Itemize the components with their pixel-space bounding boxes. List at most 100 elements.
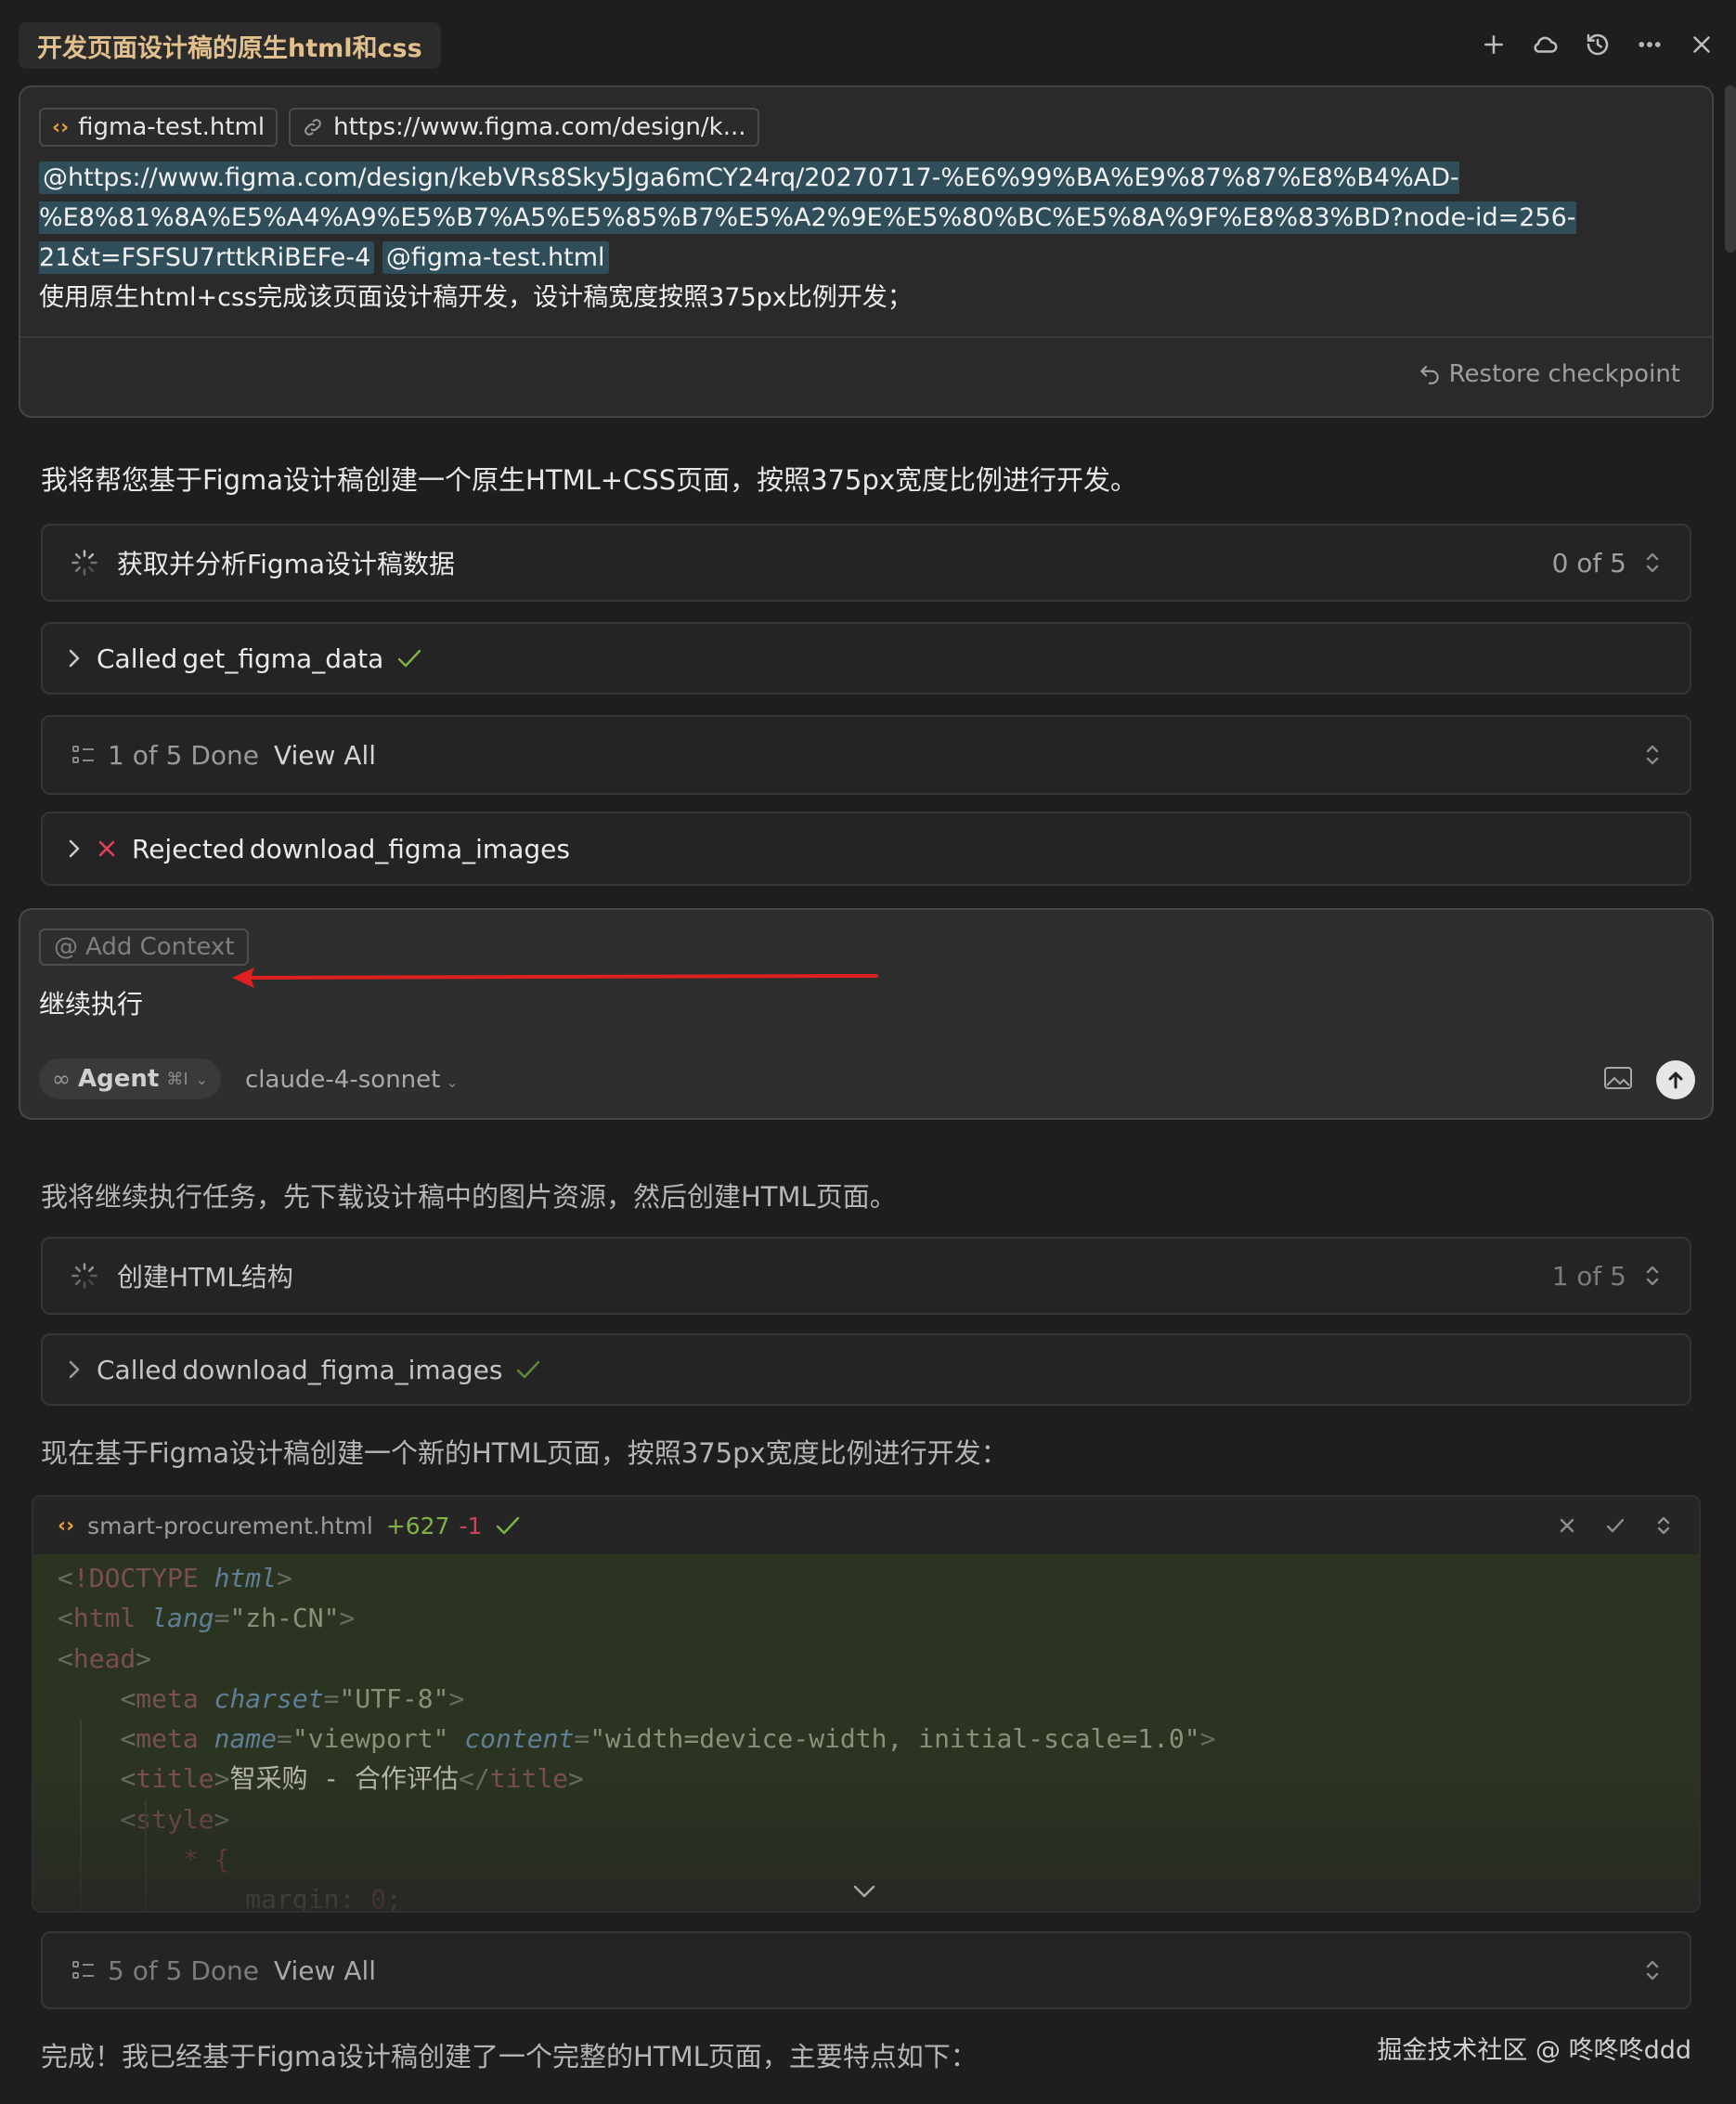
more-icon[interactable] xyxy=(1634,26,1665,63)
tool-call-prefix: Called xyxy=(97,643,178,674)
chevron-updown-icon[interactable] xyxy=(1652,1514,1675,1537)
chat-title-tab[interactable]: 开发页面设计稿的原生html和css xyxy=(19,22,441,69)
task-title: 获取并分析Figma设计稿数据 xyxy=(117,549,456,579)
todo-list-icon xyxy=(72,1961,94,1979)
instruction-text: 使用原生html+css完成该页面设计稿开发，设计稿宽度按照375px比例开发； xyxy=(39,283,913,312)
assistant-summary: 完成！我已经基于Figma设计稿创建了一个完整的HTML页面，主要特点如下： xyxy=(41,2041,978,2072)
watermark: 掘金技术社区 @ 咚咚咚ddd xyxy=(1377,2036,1691,2065)
code-edit-block[interactable]: ‹› smart-procurement.html +627 -1 <!DOCT… xyxy=(32,1495,1701,1913)
todo-summary-1[interactable]: 1 of 5 Done View All xyxy=(41,715,1691,795)
assistant-intro-1: 我将帮您基于Figma设计稿创建一个原生HTML+CSS页面，按照375px宽度… xyxy=(41,464,1138,496)
history-icon[interactable] xyxy=(1582,26,1613,63)
chevron-updown-icon[interactable] xyxy=(1643,550,1662,576)
todo-list-icon xyxy=(72,746,94,763)
assistant-intro-2: 我将继续执行任务，先下载设计稿中的图片资源，然后创建HTML页面。 xyxy=(41,1181,897,1213)
agent-mode-label: Agent xyxy=(78,1065,160,1093)
scrollbar[interactable] xyxy=(1725,85,1736,253)
arrow-up-icon xyxy=(1668,1071,1683,1089)
header-toolbar xyxy=(1478,26,1717,63)
rejected-call[interactable]: Rejected download_figma_images xyxy=(41,812,1691,886)
plus-icon[interactable] xyxy=(1478,26,1509,63)
rejected-x-icon xyxy=(98,840,115,857)
task-card-1[interactable]: 获取并分析Figma设计稿数据 0 of 5 xyxy=(41,524,1691,602)
chevron-updown-icon[interactable] xyxy=(1643,1263,1662,1289)
code-file-icon: ‹› xyxy=(58,1513,75,1538)
mention-link[interactable]: @https://www.figma.com/design/kebVRs8Sky… xyxy=(39,162,1576,274)
user-message-box[interactable]: ‹› figma-test.html https://www.figma.com… xyxy=(19,85,1714,418)
check-icon xyxy=(517,1360,540,1379)
send-button[interactable] xyxy=(1656,1060,1695,1099)
todo-toggle xyxy=(1643,717,1662,793)
chevron-right-icon xyxy=(69,1360,80,1379)
code-actions xyxy=(1556,1497,1675,1554)
tool-call-1[interactable]: Called get_figma_data xyxy=(41,622,1691,695)
spinner-icon xyxy=(71,1263,97,1289)
chat-input-box[interactable]: @ Add Context 继续执行 ∞ Agent ⌘I ⌄ claude-4… xyxy=(19,908,1714,1120)
view-all-link[interactable]: View All xyxy=(274,1955,376,1986)
chevron-right-icon xyxy=(69,839,80,858)
view-all-link[interactable]: View All xyxy=(274,740,376,771)
add-context-label: Add Context xyxy=(85,933,235,961)
add-context-button[interactable]: @ Add Context xyxy=(39,929,250,966)
tool-call-name: get_figma_data xyxy=(182,643,384,674)
restore-checkpoint-button[interactable]: Restore checkpoint xyxy=(1418,360,1680,388)
red-arrow-annotation xyxy=(232,968,878,988)
todo-summary-2[interactable]: 5 of 5 Done View All xyxy=(41,1931,1691,2009)
context-chip-link[interactable]: https://www.figma.com/design/k... xyxy=(289,108,759,147)
lines-removed: -1 xyxy=(459,1512,483,1539)
tool-call-name: download_figma_images xyxy=(182,1354,503,1385)
todo-toggle xyxy=(1643,1933,1662,2007)
chip-label: https://www.figma.com/design/k... xyxy=(333,113,746,141)
accept-icon[interactable] xyxy=(1604,1514,1626,1537)
chevron-updown-icon[interactable] xyxy=(1643,1957,1662,1983)
rejected-prefix: Rejected xyxy=(132,833,245,864)
spinner-icon xyxy=(71,550,97,576)
lines-added: +627 xyxy=(385,1512,450,1539)
at-icon: @ xyxy=(54,933,78,961)
tool-call-2[interactable]: Called download_figma_images xyxy=(41,1333,1691,1406)
reject-icon[interactable] xyxy=(1556,1514,1578,1537)
assistant-lead: 现在基于Figma设计稿创建一个新的HTML页面，按照375px宽度比例进行开发… xyxy=(41,1437,1008,1469)
agent-mode-selector[interactable]: ∞ Agent ⌘I ⌄ xyxy=(39,1058,222,1099)
shortcut-hint: ⌘I xyxy=(166,1069,188,1089)
code-file-icon: ‹› xyxy=(52,115,70,139)
code-header: ‹› smart-procurement.html +627 -1 xyxy=(33,1497,1699,1554)
code-filename[interactable]: smart-procurement.html xyxy=(87,1513,373,1539)
task-progress-text: 1 of 5 xyxy=(1551,1260,1626,1292)
link-icon xyxy=(304,119,321,136)
infinity-icon: ∞ xyxy=(52,1066,71,1092)
mention-link-part: 21&t=FSFSU7rttkRiBEFe-4 xyxy=(39,243,371,272)
chevron-down-icon: ⌄ xyxy=(446,1073,459,1091)
user-message-text: @https://www.figma.com/design/kebVRs8Sky… xyxy=(39,158,1691,318)
cloud-icon[interactable] xyxy=(1530,26,1561,63)
mention-link-part: @https://www.figma.com/design/kebVRs8Sky… xyxy=(43,163,1459,192)
image-icon[interactable] xyxy=(1602,1064,1634,1092)
chevron-down-icon[interactable] xyxy=(850,1881,878,1902)
chevron-updown-icon[interactable] xyxy=(1643,742,1662,768)
divider xyxy=(20,336,1712,338)
context-chips: ‹› figma-test.html https://www.figma.com… xyxy=(39,108,759,147)
rejected-name: download_figma_images xyxy=(249,833,570,864)
tool-call-prefix: Called xyxy=(97,1354,178,1385)
check-icon xyxy=(398,649,421,668)
chat-input-text[interactable]: 继续执行 xyxy=(39,984,143,1021)
mention-file[interactable]: @figma-test.html xyxy=(382,241,609,274)
chevron-down-icon: ⌄ xyxy=(195,1070,209,1088)
close-icon[interactable] xyxy=(1686,26,1717,63)
chip-label: figma-test.html xyxy=(78,113,266,141)
check-icon xyxy=(497,1516,520,1535)
mention-link-part: %E8%81%8A%E5%A4%A9%E5%B7%A5%E5%85%B7%E5%… xyxy=(39,203,1576,232)
todo-count: 5 of 5 Done xyxy=(108,1955,259,1986)
model-label: claude-4-sonnet xyxy=(245,1066,441,1094)
restore-label: Restore checkpoint xyxy=(1448,360,1680,388)
task-card-2[interactable]: 创建HTML结构 1 of 5 xyxy=(41,1237,1691,1315)
chevron-right-icon xyxy=(69,649,80,668)
context-chip-file[interactable]: ‹› figma-test.html xyxy=(39,108,279,147)
task-progress: 1 of 5 xyxy=(1552,1239,1662,1313)
task-progress: 0 of 5 xyxy=(1552,526,1662,600)
model-selector[interactable]: claude-4-sonnet ⌄ xyxy=(245,1066,459,1094)
task-title: 创建HTML结构 xyxy=(117,1262,293,1292)
chat-title: 开发页面设计稿的原生html和css xyxy=(37,33,422,63)
todo-count: 1 of 5 Done xyxy=(108,739,259,771)
task-progress-text: 0 of 5 xyxy=(1551,547,1626,578)
